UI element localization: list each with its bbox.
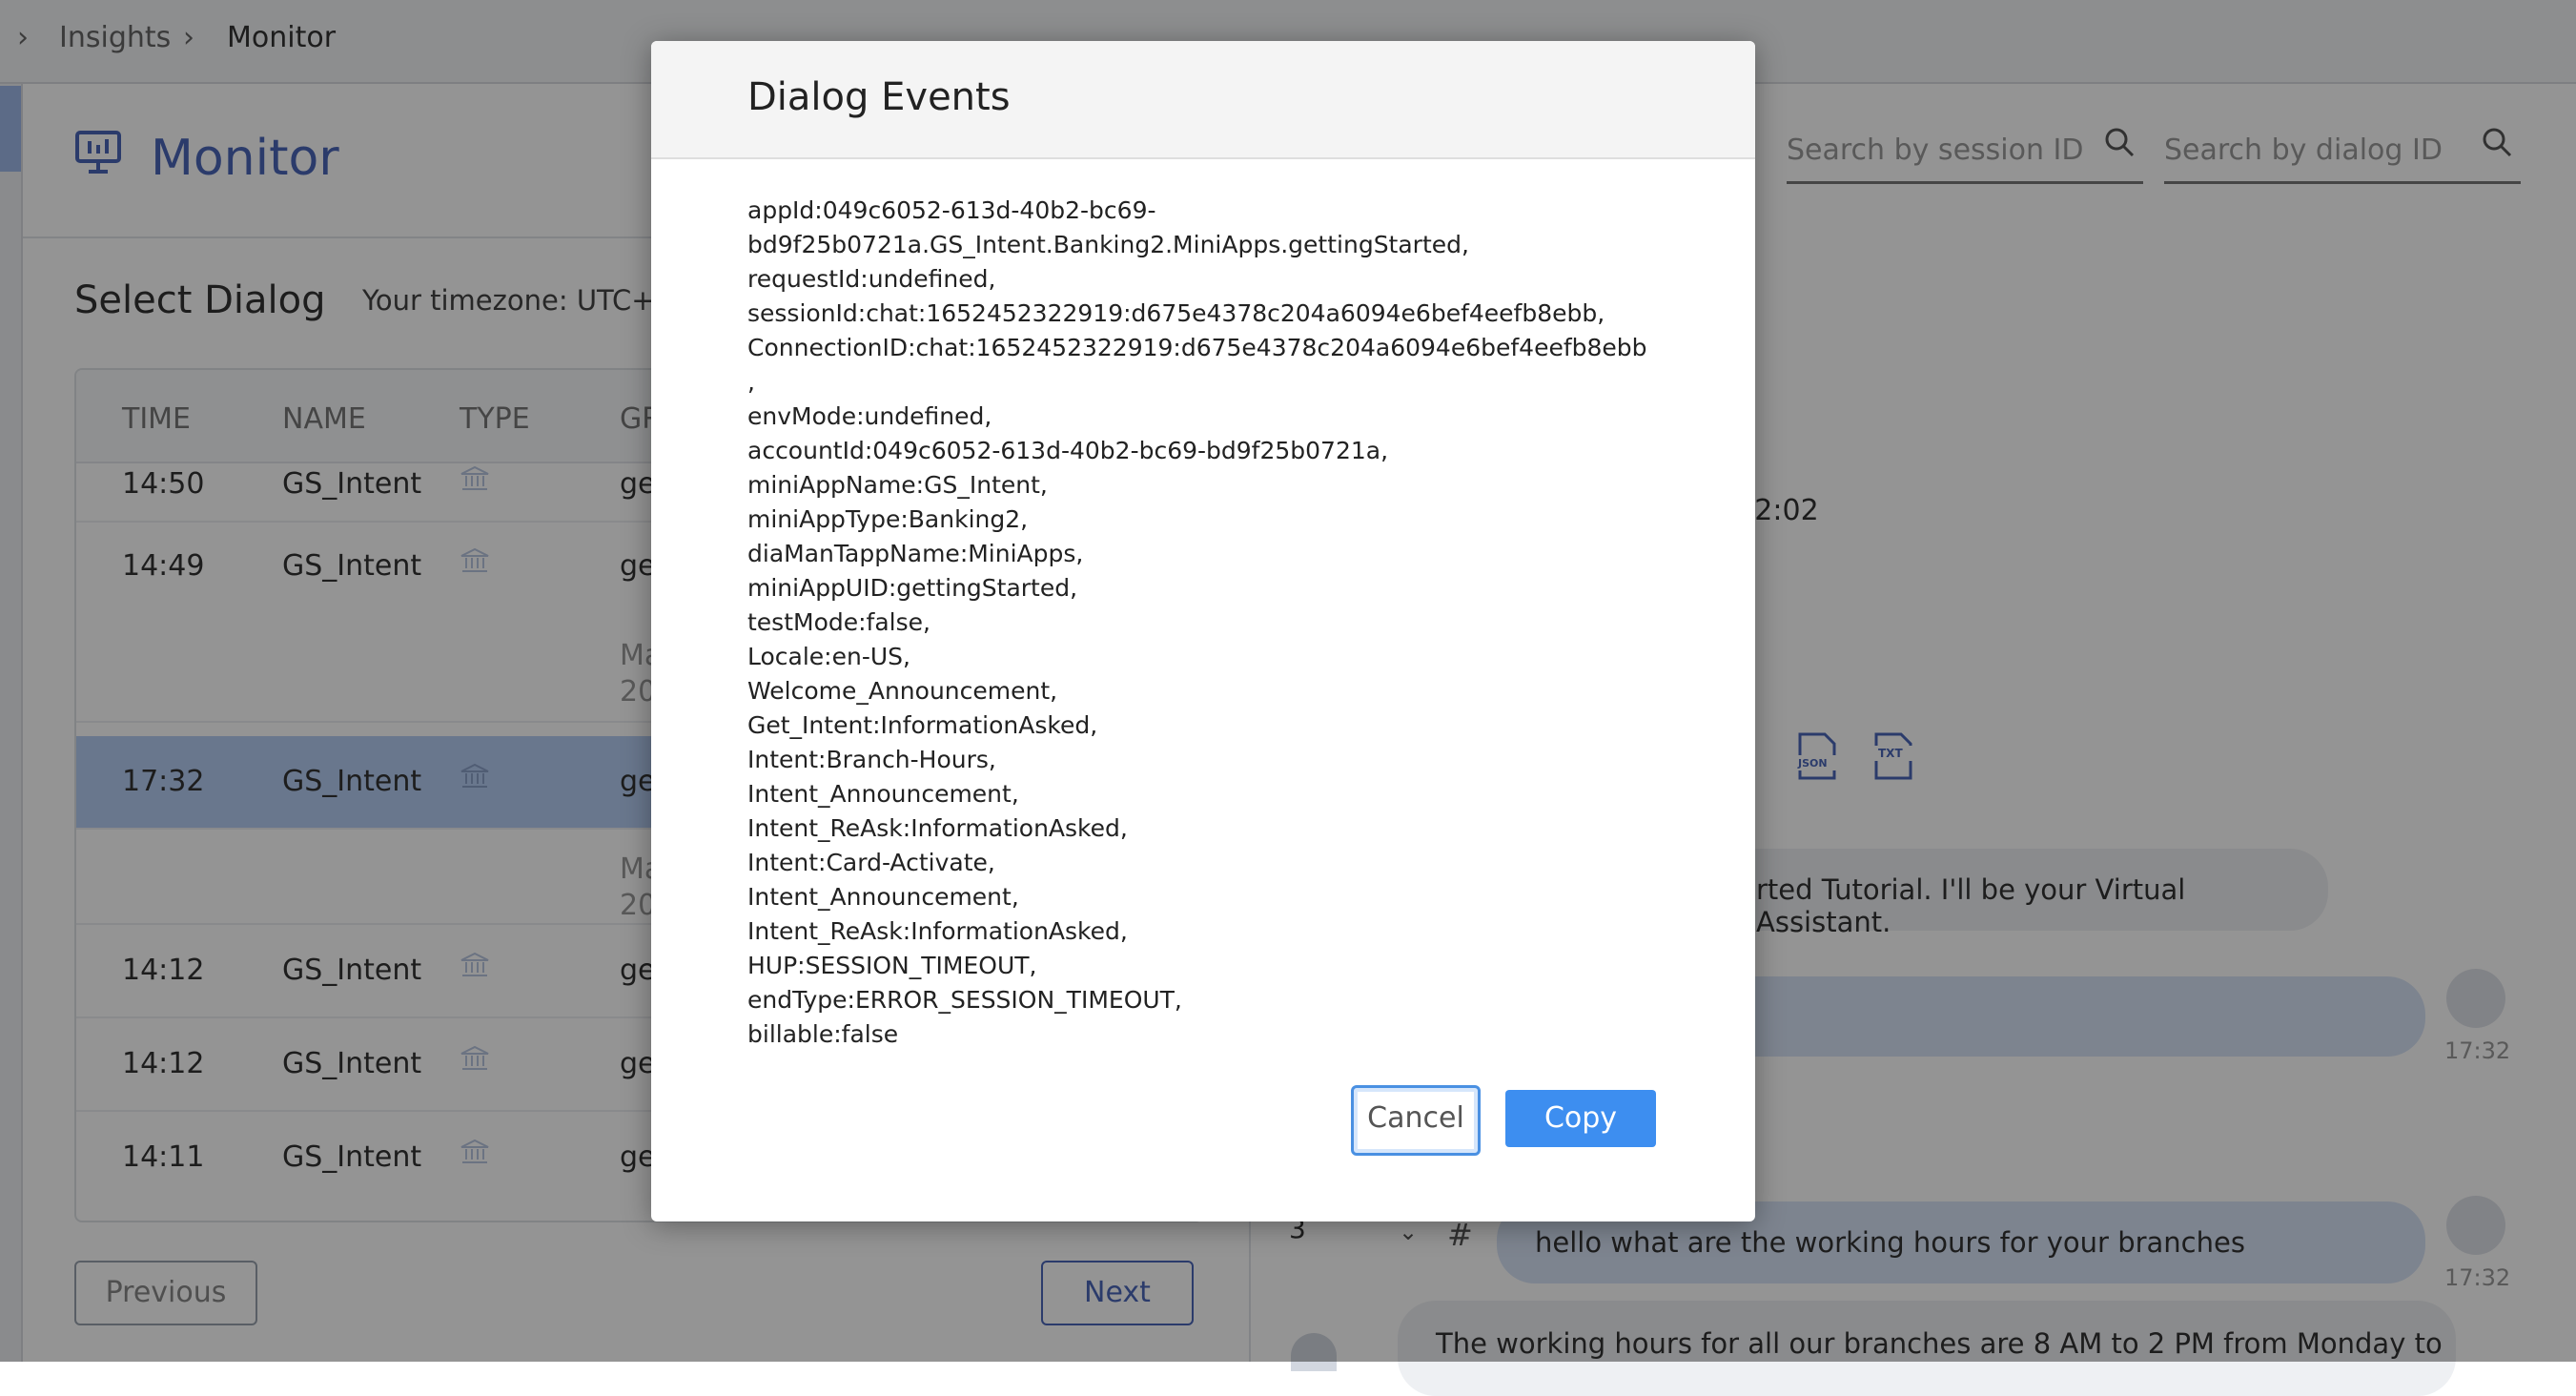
event-line: ConnectionID:chat:1652452322919:d675e437… <box>747 334 1647 361</box>
event-line: Intent:Card-Activate, <box>747 849 995 876</box>
event-line: testMode:false, <box>747 608 930 636</box>
copy-button[interactable]: Copy <box>1505 1090 1656 1147</box>
event-line: Locale:en-US, <box>747 643 910 670</box>
modal-header: Dialog Events <box>651 41 1755 159</box>
event-line: Get_Intent:InformationAsked, <box>747 711 1098 739</box>
event-line: miniAppType:Banking2, <box>747 505 1029 533</box>
event-line: appId:049c6052-613d-40b2-bc69- <box>747 196 1156 224</box>
event-line: diaManTappName:MiniApps, <box>747 540 1084 567</box>
event-line: envMode:undefined, <box>747 402 992 430</box>
event-line: Welcome_Announcement, <box>747 677 1058 705</box>
event-line: HUP:SESSION_TIMEOUT, <box>747 952 1037 979</box>
event-line: miniAppUID:gettingStarted, <box>747 574 1078 602</box>
event-line: accountId:049c6052-613d-40b2-bc69-bd9f25… <box>747 437 1389 464</box>
dialog-events-modal: Dialog Events appId:049c6052-613d-40b2-b… <box>651 41 1755 1222</box>
event-line: requestId:undefined, <box>747 265 996 293</box>
event-line: Intent_ReAsk:InformationAsked, <box>747 814 1128 842</box>
events-text: appId:049c6052-613d-40b2-bc69- bd9f25b07… <box>747 194 1663 1052</box>
event-line: Intent_Announcement, <box>747 780 1019 808</box>
event-line: Intent:Branch-Hours, <box>747 746 996 773</box>
modal-title: Dialog Events <box>747 75 1011 119</box>
cancel-button[interactable]: Cancel <box>1351 1085 1481 1156</box>
event-line: miniAppName:GS_Intent, <box>747 471 1048 499</box>
event-line: , <box>747 368 755 396</box>
event-line: sessionId:chat:1652452322919:d675e4378c2… <box>747 299 1605 327</box>
event-line: billable:false <box>747 1020 899 1048</box>
event-line: Intent_Announcement, <box>747 883 1019 911</box>
event-line: Intent_ReAsk:InformationAsked, <box>747 917 1128 945</box>
event-line: bd9f25b0721a.GS_Intent.Banking2.MiniApps… <box>747 231 1469 258</box>
event-line: endType:ERROR_SESSION_TIMEOUT, <box>747 986 1182 1014</box>
